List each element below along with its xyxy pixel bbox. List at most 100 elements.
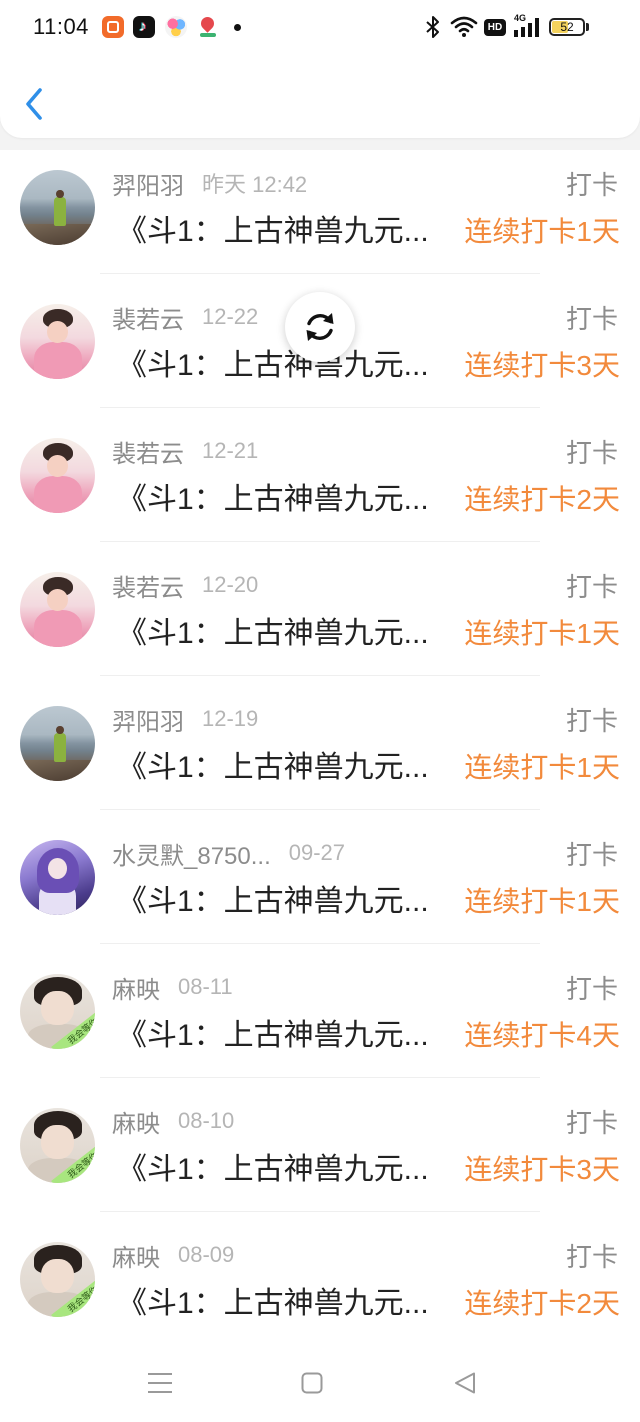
streak-count: 连续打卡1天 (464, 886, 620, 917)
battery-label: 52 (560, 20, 574, 34)
name-time-row: 麻映 08-10 (112, 1104, 234, 1138)
user-avatar[interactable] (20, 572, 95, 647)
cellular-signal-icon (514, 18, 539, 37)
avatar-fig-shore (20, 224, 95, 245)
avatar-fig-head (56, 725, 64, 734)
name-time-row: 裴若云 12-22 (112, 300, 258, 334)
user-name[interactable]: 裴若云 (112, 568, 184, 603)
avatar-fig-shore (20, 760, 95, 781)
post-time: 08-10 (178, 1108, 235, 1133)
avatar-face (41, 990, 74, 1025)
avatar-fig-head (56, 189, 64, 198)
user-name[interactable]: 羿阳羽 (112, 166, 184, 201)
wifi-icon (450, 16, 478, 37)
avatar-body (33, 609, 82, 647)
streak-count: 连续打卡3天 (464, 1154, 620, 1185)
name-time-row: 麻映 08-09 (112, 1238, 234, 1272)
map-pin-app-icon (197, 14, 219, 38)
user-avatar[interactable] (20, 706, 95, 781)
avatar-face (47, 588, 68, 611)
checkin-action-label: 打卡 (565, 1108, 618, 1138)
checkin-row[interactable]: 裴若云 12-21 打卡 《斗1：上古神兽九元... 连续打卡2天 (0, 408, 640, 542)
user-avatar[interactable] (20, 438, 95, 513)
back-triangle-icon[interactable] (453, 1371, 477, 1395)
name-time-row: 麻映 08-11 (112, 970, 233, 1004)
book-title-link[interactable]: 《斗1：上古神兽九元... (117, 614, 452, 654)
user-name[interactable]: 麻映 (112, 1238, 160, 1273)
user-avatar[interactable]: 我会等你 (20, 1242, 95, 1317)
book-title-link[interactable]: 《斗1：上古神兽九元... (117, 212, 452, 252)
back-button[interactable] (18, 82, 54, 126)
user-avatar[interactable] (20, 304, 95, 379)
status-time: 11:04 (33, 14, 89, 39)
streak-count: 连续打卡1天 (464, 618, 620, 649)
checkin-action-label: 打卡 (565, 304, 618, 334)
name-time-row: 裴若云 12-21 (112, 434, 258, 468)
user-name[interactable]: 裴若云 (112, 434, 184, 469)
checkin-row[interactable]: 裴若云 12-20 打卡 《斗1：上古神兽九元... 连续打卡1天 (0, 542, 640, 676)
avatar-fig-body (53, 197, 66, 226)
battery-icon: 52 (549, 18, 585, 36)
book-title-link[interactable]: 《斗1：上古神兽九元... (117, 748, 452, 788)
name-time-row: 裴若云 12-20 (112, 568, 258, 602)
book-title-link[interactable]: 《斗1：上古神兽九元... (117, 480, 452, 520)
user-avatar[interactable] (20, 170, 95, 245)
user-name[interactable]: 水灵默_8750... (112, 836, 271, 871)
streak-count: 连续打卡4天 (464, 1020, 620, 1051)
checkin-row[interactable]: 羿阳羽 昨天 12:42 打卡 《斗1：上古神兽九元... 连续打卡1天 (0, 140, 640, 274)
streak-count: 连续打卡2天 (464, 1288, 620, 1319)
post-time: 12-20 (202, 572, 259, 597)
book-title-link[interactable]: 《斗1：上古神兽九元... (117, 1150, 452, 1190)
refresh-icon (306, 313, 334, 341)
book-title-link[interactable]: 《斗1：上古神兽九元... (117, 882, 452, 922)
user-name[interactable]: 羿阳羽 (112, 702, 184, 737)
post-time: 09-27 (288, 840, 346, 865)
post-time: 08-11 (178, 974, 233, 999)
avatar-body (33, 341, 82, 379)
avatar-body (33, 475, 82, 513)
avatar-face (41, 1124, 74, 1159)
chevron-left-icon (26, 88, 42, 120)
user-avatar[interactable] (20, 840, 95, 915)
more-notifications-dot (234, 24, 241, 31)
bluetooth-icon (426, 16, 439, 38)
system-nav-bar (0, 1345, 640, 1422)
top-header: 11:04 ♪ HD 4G 52 (0, 0, 640, 138)
name-time-row: 水灵默_8750... 09-27 (112, 836, 345, 870)
book-title-link[interactable]: 《斗1：上古神兽九元... (117, 346, 452, 386)
post-time: 12-21 (202, 438, 259, 463)
post-time: 08-09 (178, 1242, 235, 1267)
kuaishou-app-icon (102, 16, 124, 38)
flower-app-icon (165, 16, 187, 38)
tiktok-app-icon: ♪ (133, 16, 155, 38)
checkin-list-page: 11:04 ♪ HD 4G 52 羿阳羽 昨天 12:42 打卡 《斗1：上古神… (0, 0, 640, 1422)
streak-count: 连续打卡1天 (464, 216, 620, 247)
user-avatar[interactable]: 我会等你 (20, 1108, 95, 1183)
home-square-icon[interactable] (301, 1371, 323, 1395)
user-avatar[interactable]: 我会等你 (20, 974, 95, 1049)
avatar-fig-body (53, 733, 66, 762)
user-name[interactable]: 裴若云 (112, 300, 184, 335)
checkin-row[interactable]: 水灵默_8750... 09-27 打卡《斗1：上古神兽九元... 连续打卡1天 (0, 810, 640, 944)
checkin-row[interactable]: 羿阳羽 12-19 打卡《斗1：上古神兽九元... 连续打卡1天 (0, 676, 640, 810)
checkin-row[interactable]: 我会等你 麻映 08-09 打卡《斗1：上古神兽九元... 连续打卡2天 (0, 1212, 640, 1346)
menu-icon[interactable] (147, 1371, 173, 1395)
book-title-link[interactable]: 《斗1：上古神兽九元... (117, 1016, 452, 1056)
refresh-button[interactable] (285, 292, 355, 362)
avatar-face (47, 320, 68, 343)
streak-count: 连续打卡1天 (464, 752, 620, 783)
user-name[interactable]: 麻映 (112, 970, 160, 1005)
checkin-action-label: 打卡 (565, 974, 618, 1004)
checkin-row[interactable]: 我会等你 麻映 08-11 打卡《斗1：上古神兽九元... 连续打卡4天 (0, 944, 640, 1078)
book-title-link[interactable]: 《斗1：上古神兽九元... (117, 1284, 452, 1324)
streak-count: 连续打卡2天 (464, 484, 620, 515)
avatar-face (47, 858, 68, 879)
name-time-row: 羿阳羽 12-19 (112, 702, 258, 736)
checkin-action-label: 打卡 (565, 1242, 618, 1272)
user-name[interactable]: 麻映 (112, 1104, 160, 1139)
checkin-row[interactable]: 我会等你 麻映 08-10 打卡《斗1：上古神兽九元... 连续打卡3天 (0, 1078, 640, 1212)
checkin-action-label: 打卡 (565, 840, 618, 870)
checkin-action-label: 打卡 (565, 706, 618, 736)
checkin-action-label: 打卡 (565, 170, 618, 200)
streak-count: 连续打卡3天 (464, 350, 620, 381)
